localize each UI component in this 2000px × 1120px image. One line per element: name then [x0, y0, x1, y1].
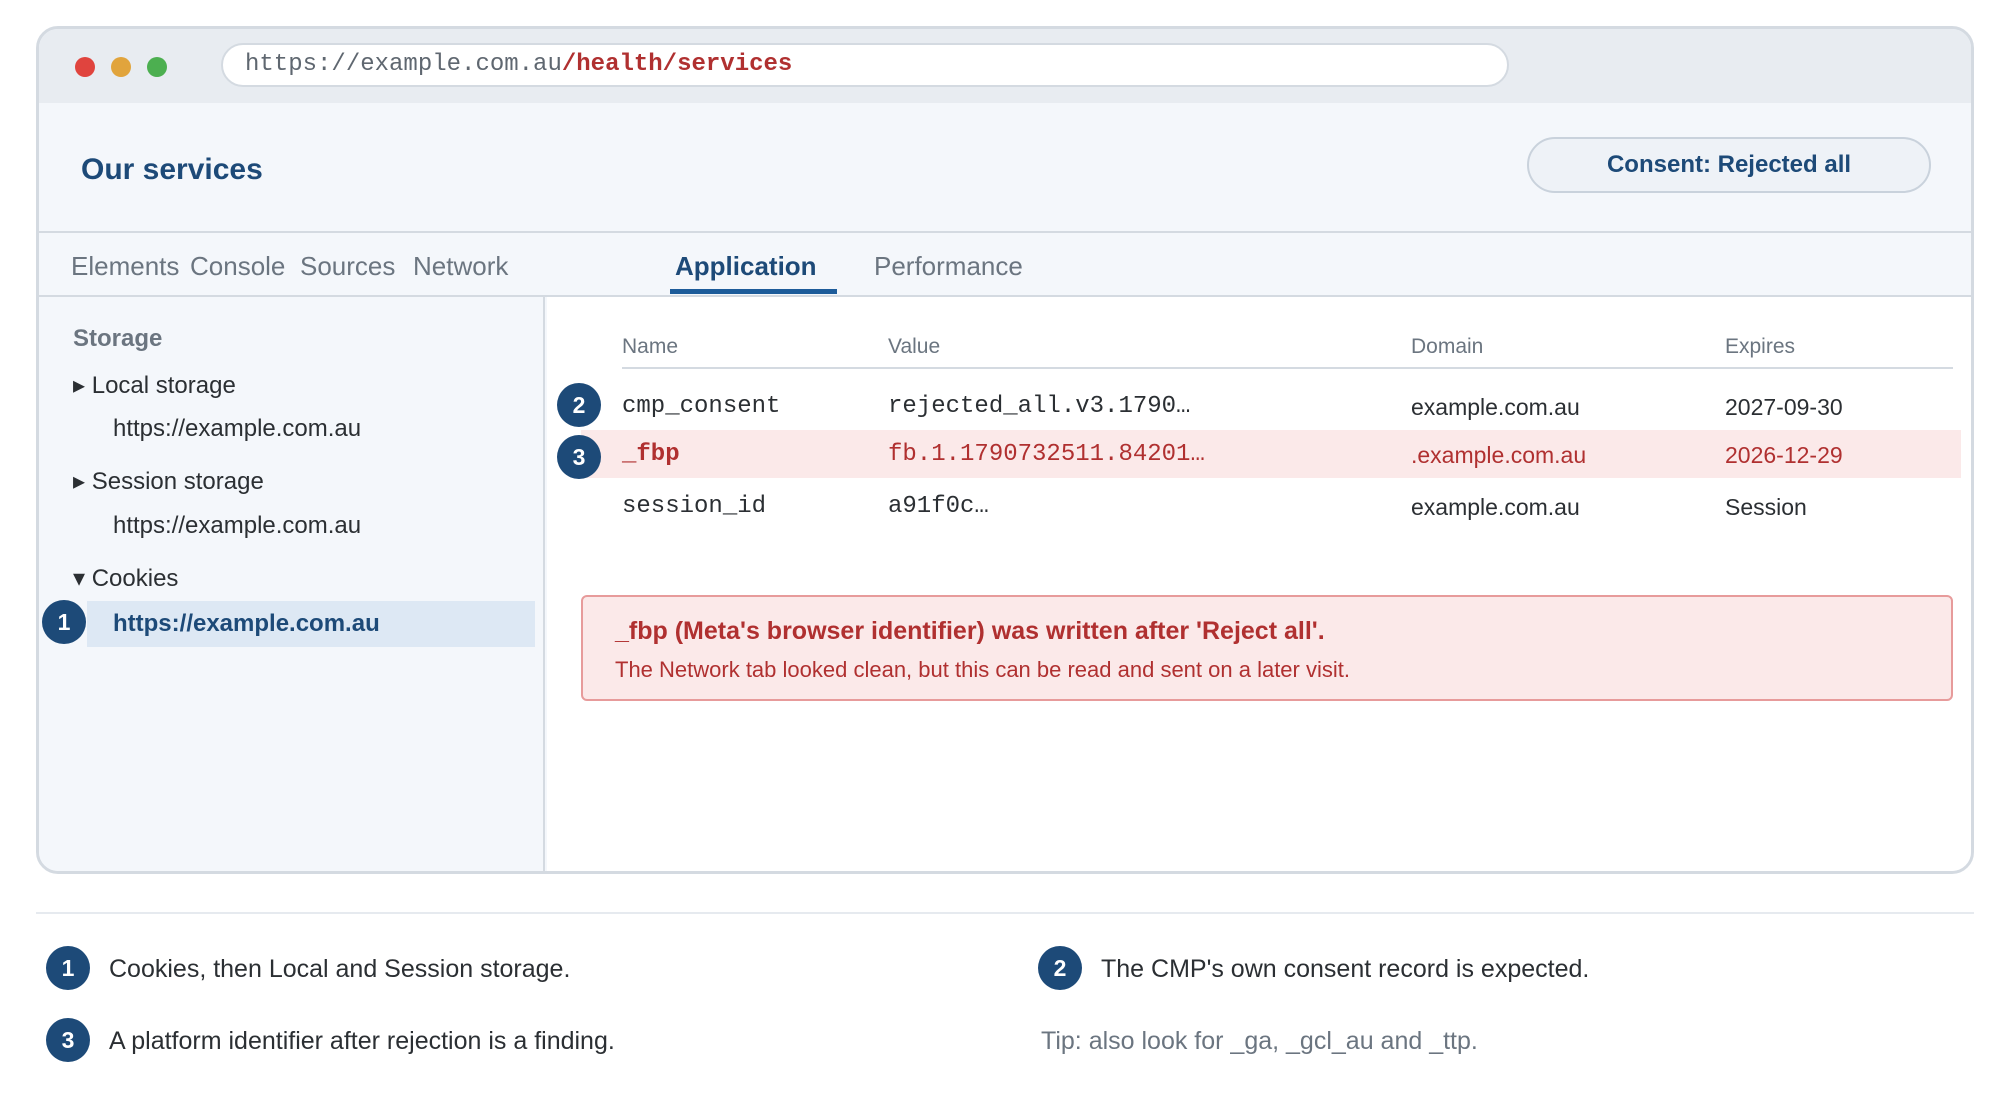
legend-badge-2: 2: [1038, 946, 1082, 990]
cookie-name: _fbp: [622, 441, 680, 468]
title-bar: https://example.com.au/health/services: [39, 29, 1971, 103]
column-header-expires[interactable]: Expires: [1725, 335, 1795, 359]
sidebar-item-cookies-origin-label: https://example.com.au: [113, 610, 380, 637]
cookie-domain: example.com.au: [1411, 494, 1580, 520]
tab-sources[interactable]: Sources: [300, 251, 395, 282]
legend-divider: [36, 912, 1974, 914]
address-bar[interactable]: https://example.com.au/health/services: [221, 43, 1509, 87]
cookie-value: rejected_all.v3.1790…: [888, 393, 1191, 420]
tracking-alert: _fbp (Meta's browser identifier) was wri…: [581, 595, 1953, 701]
sidebar-item-session-storage[interactable]: ▸ Session storage: [73, 467, 264, 496]
cookie-value: a91f0c…: [888, 493, 989, 520]
table-header-divider: [622, 367, 1953, 369]
tab-network[interactable]: Network: [413, 251, 508, 282]
cookie-expires: Session: [1725, 494, 1807, 520]
tab-application[interactable]: Application: [675, 251, 817, 282]
alert-body: The Network tab looked clean, but this c…: [615, 657, 1350, 682]
cookie-domain: example.com.au: [1411, 394, 1580, 420]
cookie-name: session_id: [622, 493, 767, 520]
page-title: Our services: [81, 153, 263, 186]
legend-text-2: The CMP's own consent record is expected…: [1101, 955, 1590, 983]
callout-badge-1: 1: [42, 600, 86, 644]
sidebar-item-local-storage-origin[interactable]: https://example.com.au: [113, 415, 361, 443]
close-window-button[interactable]: [75, 57, 95, 77]
consent-status-badge[interactable]: Consent: Rejected all: [1527, 137, 1931, 193]
sidebar-item-cookies[interactable]: ▾ Cookies: [73, 564, 178, 593]
cookie-expires: 2026-12-29: [1725, 442, 1843, 468]
tip-text: Tip: also look for _ga, _gcl_au and _ttp…: [1041, 1027, 1478, 1055]
active-tab-indicator: [670, 289, 837, 294]
storage-sidebar: Storage ▸ Local storage https://example.…: [39, 297, 545, 871]
cookie-value: fb.1.1790732511.84201…: [888, 441, 1205, 468]
column-header-domain[interactable]: Domain: [1411, 335, 1483, 359]
page-header: Our services Consent: Rejected all: [39, 103, 1971, 233]
column-header-value[interactable]: Value: [888, 335, 940, 359]
cookie-domain: .example.com.au: [1411, 442, 1587, 468]
legend-badge-1: 1: [46, 946, 90, 990]
legend-text-3: A platform identifier after rejection is…: [109, 1027, 615, 1055]
legend-text-1: Cookies, then Local and Session storage.: [109, 955, 571, 983]
tab-console[interactable]: Console: [190, 251, 285, 282]
maximize-window-button[interactable]: [147, 57, 167, 77]
url-base: https://example.com.au: [245, 51, 562, 78]
url-path: /health/services: [561, 51, 793, 78]
devtools-tab-bar: Elements Console Sources Network Applica…: [39, 233, 1971, 297]
sidebar-item-session-storage-origin[interactable]: https://example.com.au: [113, 512, 361, 540]
sidebar-heading: Storage: [73, 325, 163, 352]
cookie-name: cmp_consent: [622, 393, 781, 420]
tab-elements[interactable]: Elements: [71, 251, 179, 282]
sidebar-item-local-storage[interactable]: ▸ Local storage: [73, 371, 236, 400]
browser-window: https://example.com.au/health/services O…: [36, 26, 1974, 874]
callout-badge-2: 2: [557, 383, 601, 427]
tab-performance[interactable]: Performance: [874, 251, 1023, 282]
cookie-panel: Name Value Domain Expires cmp_consent re…: [547, 297, 1971, 871]
cookie-expires: 2027-09-30: [1725, 394, 1843, 420]
minimize-window-button[interactable]: [111, 57, 131, 77]
column-header-name[interactable]: Name: [622, 335, 678, 359]
alert-title: _fbp (Meta's browser identifier) was wri…: [615, 617, 1325, 645]
legend-badge-3: 3: [46, 1018, 90, 1062]
callout-badge-3: 3: [557, 435, 601, 479]
